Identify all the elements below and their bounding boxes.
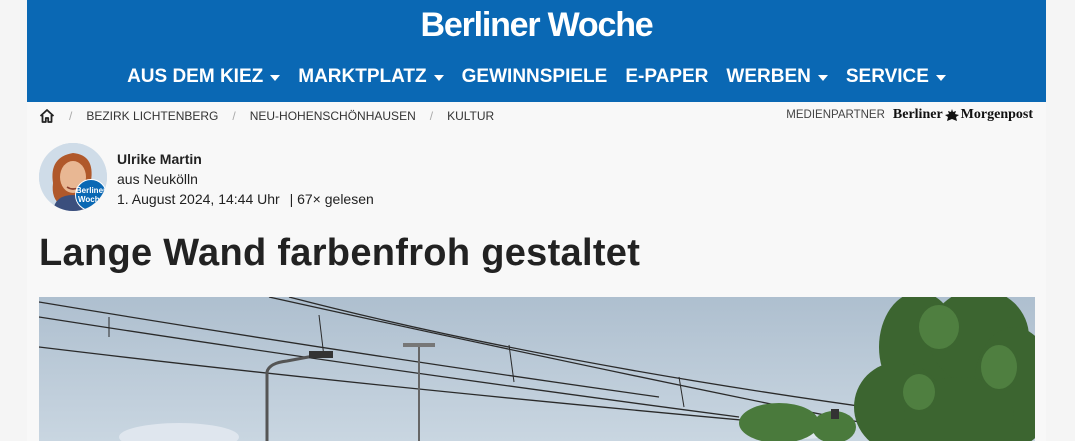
bear-crest-icon <box>944 108 959 121</box>
breadcrumb-separator: / <box>232 109 236 123</box>
nav-label: WERBEN <box>726 66 811 87</box>
main-nav: AUS DEM KIEZ MARKTPLATZ GEWINNSPIELE E-P… <box>27 66 1046 88</box>
nav-label: GEWINNSPIELE <box>461 66 608 87</box>
breadcrumb-separator: / <box>69 109 73 123</box>
badge-line1: Berliner <box>75 186 107 195</box>
avatar[interactable]: Berliner Woche <box>39 143 107 211</box>
partner-name-left: Berliner <box>892 107 943 122</box>
site-header: Berliner Woche AUS DEM KIEZ MARKTPLATZ G… <box>27 0 1046 102</box>
breadcrumb-item[interactable]: BEZIRK LICHTENBERG <box>86 109 218 123</box>
partner-logo[interactable]: Berliner Morgenpost <box>893 107 1033 123</box>
nav-item-marktplatz[interactable]: MARKTPLATZ <box>298 66 444 88</box>
site-logo[interactable]: Berliner Woche <box>27 6 1046 45</box>
brand-badge: Berliner Woche <box>75 179 107 211</box>
nav-item-gewinnspiele[interactable]: GEWINNSPIELE <box>462 66 608 88</box>
author-location: aus Neukölln <box>117 171 198 187</box>
author-info: Ulrike Martin aus Neukölln 1. August 202… <box>117 143 374 211</box>
chevron-down-icon <box>433 75 444 81</box>
nav-item-e-paper[interactable]: E-PAPER <box>625 66 708 88</box>
nav-item-aus-dem-kiez[interactable]: AUS DEM KIEZ <box>127 66 281 88</box>
hero-photo <box>39 297 1035 441</box>
chevron-down-icon <box>817 75 828 81</box>
article-meta: 1. August 2024, 14:44 Uhr | 67× gelesen <box>117 189 374 209</box>
nav-item-werben[interactable]: WERBEN <box>726 66 828 88</box>
breadcrumb-separator: / <box>429 109 434 123</box>
chevron-down-icon <box>270 75 281 81</box>
breadcrumb-item[interactable]: NEU-HOHENSCHÖNHAUSEN <box>250 109 416 123</box>
article-title: Lange Wand farbenfroh gestaltet <box>39 232 641 274</box>
hero-image[interactable] <box>39 297 1035 441</box>
publish-date: 1. August 2024, 14:44 Uhr <box>117 191 280 207</box>
author-name[interactable]: Ulrike Martin <box>117 149 374 169</box>
chevron-down-icon <box>935 75 946 81</box>
author-box: Berliner Woche Ulrike Martin aus Neukölln… <box>39 143 374 211</box>
partner-label: MEDIENPARTNER <box>786 109 885 121</box>
nav-label: SERVICE <box>845 66 929 87</box>
nav-label: AUS DEM KIEZ <box>127 66 264 87</box>
home-icon[interactable] <box>39 108 55 124</box>
page: Berliner Woche AUS DEM KIEZ MARKTPLATZ G… <box>27 0 1046 441</box>
badge-line2: Woche <box>77 195 105 204</box>
nav-item-service[interactable]: SERVICE <box>846 66 946 88</box>
read-count: | 67× gelesen <box>289 191 374 207</box>
nav-label: MARKTPLATZ <box>298 66 427 87</box>
breadcrumb-item[interactable]: KULTUR <box>447 109 494 123</box>
nav-label: E-PAPER <box>625 66 709 87</box>
media-partner: MEDIENPARTNER Berliner Morgenpost <box>786 107 1033 123</box>
partner-name-right: Morgenpost <box>960 107 1033 122</box>
breadcrumb: / BEZIRK LICHTENBERG / NEU-HOHENSCHÖNHAU… <box>39 108 494 124</box>
